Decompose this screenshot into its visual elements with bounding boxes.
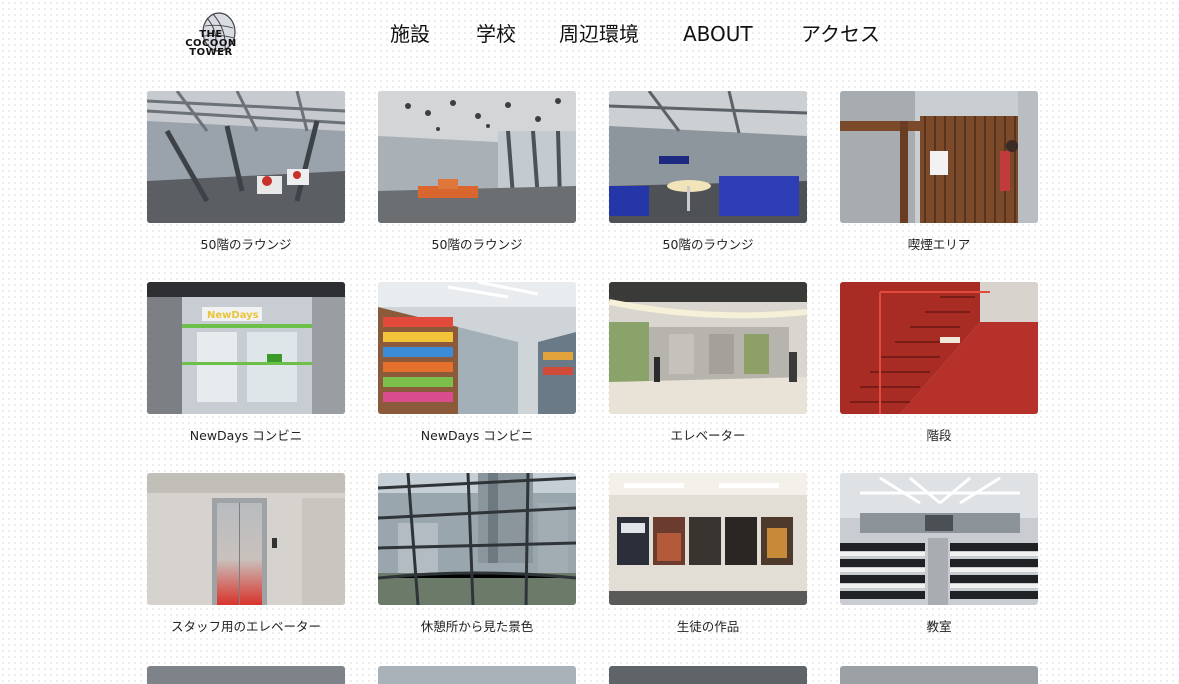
gallery-card[interactable]: NewDays NewDays コンビニ bbox=[147, 282, 345, 443]
gallery-card[interactable]: 50階のラウンジ bbox=[378, 91, 576, 252]
lounge-photo bbox=[378, 91, 576, 223]
partial-photo[interactable] bbox=[378, 666, 576, 684]
posters-photo bbox=[609, 473, 807, 605]
photo-caption: 50階のラウンジ bbox=[200, 237, 292, 252]
photo-caption: スタッフ用のエレベーター bbox=[170, 619, 321, 634]
gallery-card[interactable]: 教室 bbox=[840, 473, 1038, 634]
gallery-card[interactable]: NewDays コンビニ bbox=[378, 282, 576, 443]
gallery-card[interactable]: 階段 bbox=[840, 282, 1038, 443]
svg-text:NewDays: NewDays bbox=[207, 310, 259, 321]
nav-item-about[interactable]: ABOUT bbox=[683, 19, 753, 49]
photo-caption: NewDays コンビニ bbox=[189, 428, 303, 443]
lounge-photo bbox=[147, 91, 345, 223]
nav-item-school[interactable]: 学校 bbox=[476, 19, 516, 49]
photo-caption: 50階のラウンジ bbox=[662, 237, 754, 252]
site-header: THE COCOON TOWER 施設 学校 周辺環境 ABOUT アクセス bbox=[0, 0, 1179, 70]
photo-caption: 教室 bbox=[926, 619, 952, 634]
lounge-photo bbox=[609, 91, 807, 223]
gallery-card[interactable]: スタッフ用のエレベーター bbox=[147, 473, 345, 634]
red-stairs-photo bbox=[840, 282, 1038, 414]
photo-caption: 休憩所から見た景色 bbox=[420, 619, 534, 634]
cocoon-tower-logo[interactable]: THE COCOON TOWER bbox=[175, 10, 247, 62]
gallery-card[interactable]: 喫煙エリア bbox=[840, 91, 1038, 252]
store-shelves-photo bbox=[378, 282, 576, 414]
photo-caption: エレベーター bbox=[670, 428, 746, 443]
classroom-photo bbox=[840, 473, 1038, 605]
smoking-area-photo bbox=[840, 91, 1038, 223]
photo-caption: 階段 bbox=[926, 428, 952, 443]
city-view-photo bbox=[378, 473, 576, 605]
nav-item-facilities[interactable]: 施設 bbox=[390, 19, 430, 49]
staff-elevator-photo bbox=[147, 473, 345, 605]
photo-caption: 喫煙エリア bbox=[907, 237, 971, 252]
nav-item-access[interactable]: アクセス bbox=[801, 19, 880, 49]
partial-photo[interactable] bbox=[840, 666, 1038, 684]
elevator-hall-photo bbox=[609, 282, 807, 414]
photo-caption: 生徒の作品 bbox=[676, 619, 740, 634]
convenience-store-photo: NewDays bbox=[147, 282, 345, 414]
logo-line-3: TOWER bbox=[189, 47, 233, 58]
photo-caption: 50階のラウンジ bbox=[431, 237, 523, 252]
gallery-card[interactable]: 50階のラウンジ bbox=[147, 91, 345, 252]
gallery-card[interactable]: 休憩所から見た景色 bbox=[378, 473, 576, 634]
photo-caption: NewDays コンビニ bbox=[420, 428, 534, 443]
gallery-card[interactable]: 生徒の作品 bbox=[609, 473, 807, 634]
gallery-card[interactable]: 50階のラウンジ bbox=[609, 91, 807, 252]
nav-item-surroundings[interactable]: 周辺環境 bbox=[559, 19, 639, 49]
gallery-next-row bbox=[147, 666, 1038, 684]
partial-photo[interactable] bbox=[147, 666, 345, 684]
gallery-card[interactable]: エレベーター bbox=[609, 282, 807, 443]
photo-gallery: 50階のラウンジ 50階のラウンジ 50階のラウンジ 喫煙エリア NewDays… bbox=[147, 91, 1038, 634]
partial-photo[interactable] bbox=[609, 666, 807, 684]
